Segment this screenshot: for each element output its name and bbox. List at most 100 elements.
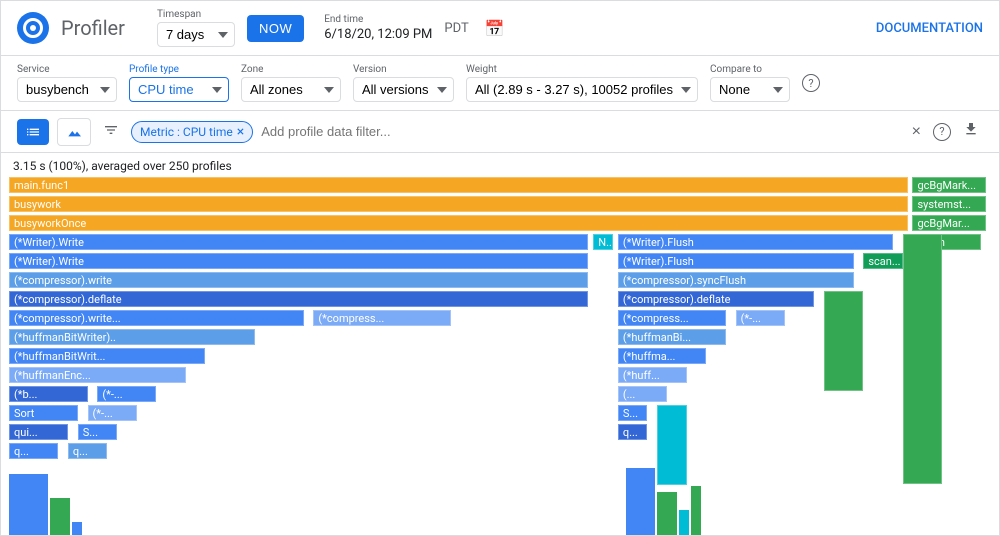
toolbar-help-icon[interactable]: ? [933,123,951,141]
app-title: Profiler [61,16,125,40]
bar-compress-mid[interactable]: (*compress... [313,310,450,326]
bar-huffman-1[interactable]: (*huffmanBitWriter).. [9,329,255,345]
bar-compressor-write[interactable]: (*compressor).write [9,272,588,288]
end-time-label: End time [324,14,432,25]
bottom-columns [9,462,991,535]
compare-select[interactable]: None [710,77,790,102]
bar-writer-write-1[interactable]: (*Writer).Write [9,234,588,250]
bar-compressor-deflate-1[interactable]: (*compressor).deflate [9,291,588,307]
weight-label: Weight [466,64,698,75]
bar-tall-green[interactable] [903,234,942,484]
bar-writer-flush-1[interactable]: (*Writer).Flush [618,234,893,250]
now-button[interactable]: NOW [247,15,304,42]
flame-row: (*Writer).Write (*Writer).Flush scan... … [9,253,991,271]
download-icon [963,121,979,137]
chart-icon [66,124,82,140]
download-button[interactable] [959,117,983,146]
timespan-group: Timespan 7 days 1 day 6 hours 1 hour [157,9,235,47]
zone-select[interactable]: All zones [241,77,341,102]
bar-s-right[interactable]: S... [618,405,647,421]
bar-sort-paren[interactable]: (*-... [88,405,137,421]
bar-gcbgmark[interactable]: gcBgMark... [912,177,986,193]
flame-row: busyworkOnce gcBgMar... [9,215,991,233]
bar-compress-right2[interactable]: (*-... [736,310,785,326]
profile-type-filter-group: Profile type CPU time Heap Threads [129,64,229,102]
bar-b[interactable]: (*b... [9,386,88,402]
flame-row: busywork systemst... [9,196,991,214]
end-time-group: End time 6/18/20, 12:09 PM [324,14,432,42]
filters-row: Service busybench Profile type CPU time … [1,56,999,111]
bar-writer-write-2[interactable]: (*Writer).Write [9,253,588,269]
bottom-col-3[interactable] [72,522,82,535]
bar-main-func1[interactable]: main.func1 [9,177,908,193]
bar-gcbgmar[interactable]: gcBgMar... [912,215,986,231]
bottom-col-right-3[interactable] [679,510,689,535]
bar-s[interactable]: S... [78,424,117,440]
toolbar-row: Metric : CPU time × × ? [1,111,999,153]
bar-sort[interactable]: Sort [9,405,78,421]
service-filter-group: Service busybench [17,64,117,102]
list-icon [25,124,41,140]
bar-q-right[interactable]: q... [618,424,647,440]
filter-button[interactable] [99,118,123,145]
profile-type-select[interactable]: CPU time Heap Threads [129,77,229,102]
bar-compressor-syncflush[interactable]: (*compressor).syncFlush [618,272,854,288]
bar-qui[interactable]: qui... [9,424,68,440]
service-select[interactable]: busybench [17,77,117,102]
filters-help-icon[interactable]: ? [802,74,820,92]
flame-row: (*compressor).write (*compressor).syncFl… [9,272,991,290]
flame-row: (*Writer).Write N... (*Writer).Flush gcD… [9,234,991,252]
flame-area: 3.15 s (100%), averaged over 250 profile… [1,153,999,535]
bar-n[interactable]: N... [593,234,613,250]
bar-writer-flush-2[interactable]: (*Writer).Flush [618,253,854,269]
version-select[interactable]: All versions [353,77,454,102]
flame-chart[interactable]: main.func1 gcBgMark... busywork systemst… [9,177,991,535]
bar-paren-right[interactable]: (... [618,386,667,402]
bottom-col-1[interactable] [9,474,48,535]
logo-icon [23,18,43,38]
metric-chip-remove[interactable]: × [237,124,244,140]
bottom-col-right-2[interactable] [657,492,677,535]
weight-select[interactable]: All (2.89 s - 3.27 s), 10052 profiles [466,77,698,102]
timezone-label: PDT [444,21,468,36]
documentation-link[interactable]: DOCUMENTATION [876,21,983,36]
app-logo [17,12,49,44]
zone-filter-group: Zone All zones [241,64,341,102]
compare-label: Compare to [710,64,790,75]
compare-filter-group: Compare to None [710,64,790,102]
chart-view-button[interactable] [57,118,91,146]
list-view-button[interactable] [17,119,49,145]
timespan-label: Timespan [157,9,235,20]
bar-b2[interactable]: (*-... [97,386,156,402]
bar-compress-right[interactable]: (*compress... [618,310,726,326]
bar-q1[interactable]: q... [9,443,58,459]
bar-huffman-right[interactable]: (*huffmanBi... [618,329,726,345]
summary-text: 3.15 s (100%), averaged over 250 profile… [9,157,991,177]
app-container: Profiler Timespan 7 days 1 day 6 hours 1… [0,0,1000,536]
bar-scan[interactable]: scan... ... [863,253,902,269]
version-filter-group: Version All versions [353,64,454,102]
bar-compressor-deflate-2[interactable]: (*compressor).deflate [618,291,814,307]
zone-label: Zone [241,64,341,75]
bar-huff-right[interactable]: (*huff... [618,367,687,383]
bottom-col-2[interactable] [50,498,70,535]
bar-huffmanbitwrite[interactable]: (*huffmanBitWrit... [9,348,205,364]
bar-huffmanenc[interactable]: (*huffmanEnc... [9,367,186,383]
metric-chip: Metric : CPU time × [131,121,253,143]
clear-filter-button[interactable]: × [908,119,925,145]
calendar-icon[interactable]: 📅 [485,19,505,38]
flame-row: q... q... [9,443,991,461]
bar-right-tall[interactable] [824,291,863,391]
version-label: Version [353,64,454,75]
filter-input[interactable] [261,124,576,139]
bar-busywork[interactable]: busywork [9,196,908,212]
flame-row: main.func1 gcBgMark... [9,177,991,195]
bar-q2[interactable]: q... [68,443,107,459]
timespan-select[interactable]: 7 days 1 day 6 hours 1 hour [157,22,235,47]
bar-systemst[interactable]: systemst... [912,196,986,212]
bar-huffma-right[interactable]: (*huffma... [618,348,706,364]
bar-compressor-write-2[interactable]: (*compressor).write... [9,310,304,326]
bar-busyworkonce[interactable]: busyworkOnce [9,215,908,231]
bottom-col-right-4[interactable] [691,486,701,535]
bottom-col-right-1[interactable] [626,468,655,535]
